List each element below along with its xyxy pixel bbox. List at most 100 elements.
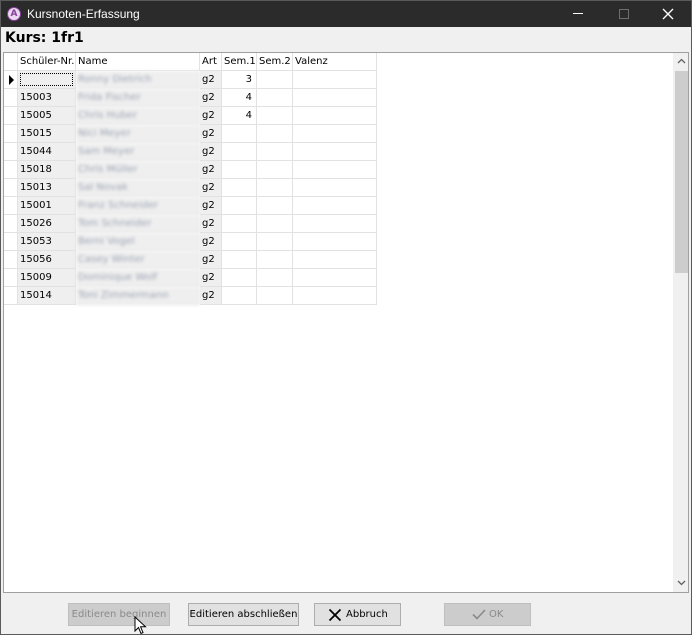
cell-sem2[interactable] (257, 143, 293, 161)
scroll-down-button[interactable] (673, 575, 688, 592)
cell-sem1[interactable] (222, 251, 257, 269)
cell-sem1[interactable] (222, 125, 257, 143)
row-indicator[interactable] (4, 125, 18, 143)
row-indicator[interactable] (4, 143, 18, 161)
table-row[interactable]: 15015 Nici Meyer g2 (4, 125, 377, 143)
col-header-nr[interactable]: Schüler-Nr. (18, 53, 76, 71)
table-row[interactable]: 15056 Casey Winter g2 (4, 251, 377, 269)
scroll-up-button[interactable] (673, 53, 688, 70)
table-row[interactable]: 15053 Berni Vogel g2 (4, 233, 377, 251)
maximize-icon (619, 9, 629, 19)
table-row[interactable]: 15013 Sal Novak g2 (4, 179, 377, 197)
cell-sem1[interactable] (222, 287, 257, 305)
cell-valenz[interactable] (293, 269, 377, 287)
cell-sem2[interactable] (257, 125, 293, 143)
table-row[interactable]: 15003 Frida Fischer g2 4 (4, 89, 377, 107)
cell-nr: 15014 (18, 287, 76, 305)
course-title: Kurs: 1fr1 (5, 30, 84, 46)
cell-sem2[interactable] (257, 161, 293, 179)
cell-valenz[interactable] (293, 89, 377, 107)
cell-art: g2 (200, 287, 222, 305)
cell-sem2[interactable] (257, 215, 293, 233)
table-row[interactable]: 15001 Franz Schneider g2 (4, 197, 377, 215)
window-title: Kursnoten-Erfassung (27, 7, 140, 21)
cell-valenz[interactable] (293, 251, 377, 269)
cell-valenz[interactable] (293, 287, 377, 305)
row-indicator[interactable] (4, 215, 18, 233)
col-header-sem2[interactable]: Sem.2 (257, 53, 293, 71)
cancel-button[interactable]: Abbruch (314, 603, 401, 626)
cell-sem2[interactable] (257, 179, 293, 197)
cell-sem2[interactable] (257, 107, 293, 125)
close-button[interactable] (645, 1, 691, 27)
row-indicator[interactable] (4, 107, 18, 125)
table-row[interactable]: 15009 Dominique Wolf g2 (4, 269, 377, 287)
cell-sem1[interactable] (222, 143, 257, 161)
row-indicator[interactable] (4, 269, 18, 287)
cell-sem2[interactable] (257, 233, 293, 251)
table-row[interactable]: 15044 Sam Meyer g2 (4, 143, 377, 161)
col-header-art[interactable]: Art (200, 53, 222, 71)
cell-name: Chris Müller (76, 161, 200, 179)
cell-valenz[interactable] (293, 143, 377, 161)
col-header-sem1[interactable]: Sem.1 (222, 53, 257, 71)
cell-sem2[interactable] (257, 89, 293, 107)
table-row[interactable]: 15026 Tom Schneider g2 (4, 215, 377, 233)
table-row[interactable]: 15018 Chris Müller g2 (4, 161, 377, 179)
cell-sem1[interactable] (222, 161, 257, 179)
grades-grid[interactable]: Schüler-Nr. Name Art Sem.1 Sem.2 Valenz Ronny… (3, 52, 689, 593)
cell-valenz[interactable] (293, 161, 377, 179)
row-indicator[interactable] (4, 89, 18, 107)
cell-valenz[interactable] (293, 179, 377, 197)
table-row[interactable]: 15005 Chris Huber g2 4 (4, 107, 377, 125)
cell-sem2[interactable] (257, 197, 293, 215)
scroll-thumb[interactable] (675, 71, 688, 273)
cell-nr: 15003 (18, 89, 76, 107)
row-indicator[interactable] (4, 71, 18, 89)
cell-sem1[interactable]: 4 (222, 89, 257, 107)
close-icon (662, 8, 674, 20)
cell-valenz[interactable] (293, 215, 377, 233)
cell-name: Nici Meyer (76, 125, 200, 143)
cell-sem1[interactable] (222, 215, 257, 233)
app-logo-letter: A (10, 9, 18, 19)
cell-art: g2 (200, 71, 222, 89)
col-header-name[interactable]: Name (76, 53, 200, 71)
cell-valenz[interactable] (293, 71, 377, 89)
row-indicator[interactable] (4, 161, 18, 179)
edit-end-label: Editieren abschließen (189, 609, 298, 620)
col-header-row-indicator (4, 53, 18, 71)
cell-sem1[interactable] (222, 197, 257, 215)
cell-name: Toni Zimmermann (76, 287, 200, 305)
table-row[interactable]: Ronny Dietrich g2 3 (4, 71, 377, 89)
ok-button[interactable]: OK (444, 603, 531, 626)
ok-label: OK (489, 609, 504, 620)
row-indicator[interactable] (4, 197, 18, 215)
cell-valenz[interactable] (293, 233, 377, 251)
table-row[interactable]: 15014 Toni Zimmermann g2 (4, 287, 377, 305)
cell-sem2[interactable] (257, 287, 293, 305)
row-indicator[interactable] (4, 287, 18, 305)
cell-valenz[interactable] (293, 197, 377, 215)
edit-end-button[interactable]: Editieren abschließen (188, 603, 299, 626)
cell-sem2[interactable] (257, 251, 293, 269)
cell-sem1[interactable] (222, 179, 257, 197)
minimize-icon (573, 13, 583, 14)
minimize-button[interactable] (555, 1, 601, 27)
cell-sem1[interactable]: 4 (222, 107, 257, 125)
row-indicator[interactable] (4, 251, 18, 269)
row-indicator[interactable] (4, 179, 18, 197)
edit-start-button[interactable]: Editieren beginnen (68, 603, 170, 626)
cell-sem1[interactable]: 3 (222, 71, 257, 89)
row-indicator[interactable] (4, 233, 18, 251)
cell-sem1[interactable] (222, 233, 257, 251)
cell-sem2[interactable] (257, 71, 293, 89)
col-header-valenz[interactable]: Valenz (293, 53, 377, 71)
cell-art: g2 (200, 107, 222, 125)
cell-valenz[interactable] (293, 125, 377, 143)
cell-valenz[interactable] (293, 107, 377, 125)
vertical-scrollbar[interactable] (673, 53, 688, 592)
cell-sem1[interactable] (222, 269, 257, 287)
cell-sem2[interactable] (257, 269, 293, 287)
title-bar[interactable]: A Kursnoten-Erfassung (1, 1, 691, 27)
